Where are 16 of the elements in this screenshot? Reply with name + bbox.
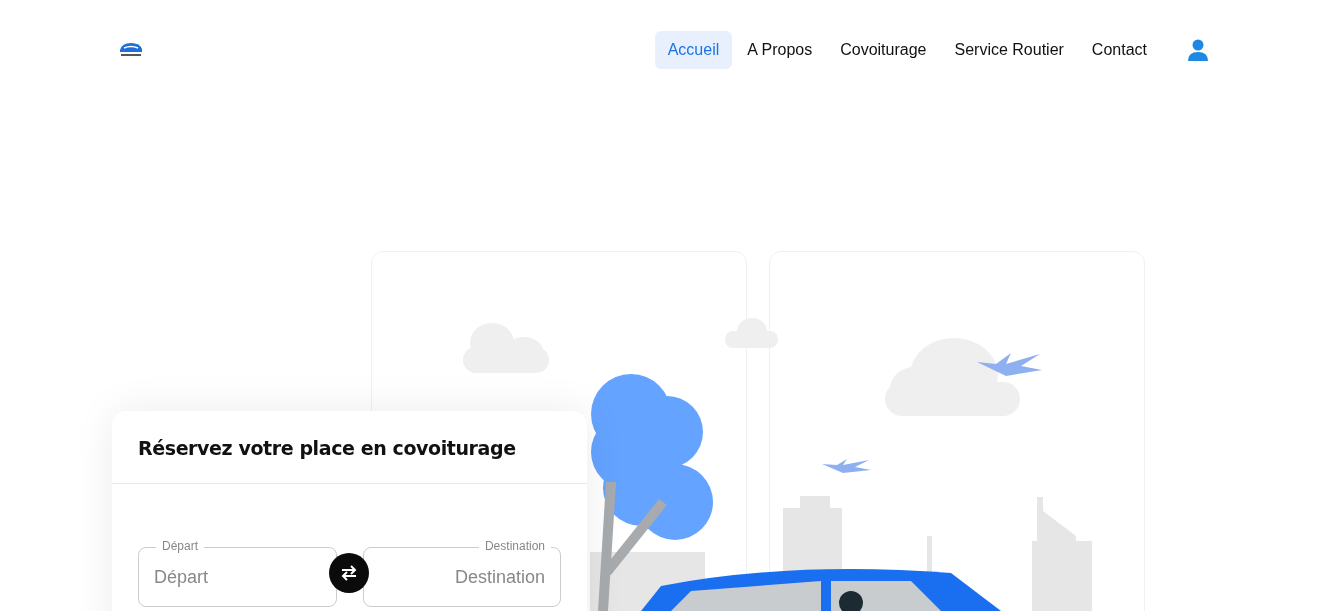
booking-title: Réservez votre place en covoiturage (112, 411, 587, 484)
nav-link[interactable]: Covoiturage (827, 31, 940, 69)
car-logo-icon[interactable] (118, 41, 144, 59)
field-label: Destination (478, 539, 551, 553)
nav-link[interactable]: Accueil (654, 31, 733, 69)
swap-arrows-icon (340, 565, 358, 581)
location-input[interactable]: Destination (374, 555, 561, 599)
field-label: Départ (156, 539, 205, 553)
user-icon[interactable] (1188, 39, 1208, 61)
nav-link[interactable]: Contact (1078, 31, 1160, 69)
bird-drawing (821, 458, 871, 474)
nav-link[interactable]: A Propos (734, 31, 826, 69)
location-input[interactable]: Départ (138, 555, 325, 599)
bird-drawing (976, 352, 1042, 378)
nav-link[interactable]: Service Routier (941, 31, 1077, 69)
swap-button[interactable] (329, 553, 369, 593)
